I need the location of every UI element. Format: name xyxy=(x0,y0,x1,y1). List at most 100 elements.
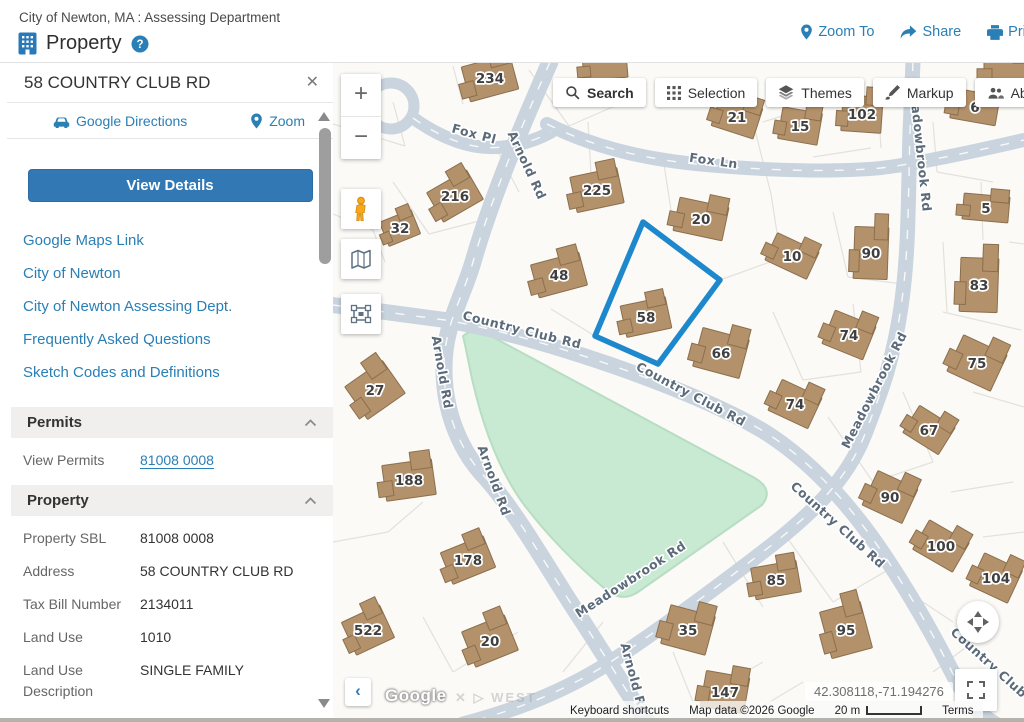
section-title: Property xyxy=(27,492,89,509)
parcel-number-label: 178 xyxy=(454,553,482,569)
header-action-print[interactable]: Print xyxy=(987,24,1024,40)
parcel-number-label: 20 xyxy=(692,212,711,228)
collapse-panel-button[interactable]: ‹ xyxy=(345,678,371,706)
chevron-up-icon xyxy=(304,414,317,432)
pan-right-icon xyxy=(983,618,993,626)
parcel-number-label: 48 xyxy=(550,268,569,284)
map-scale: 20 m xyxy=(835,705,923,717)
parcel-number-label: 32 xyxy=(391,221,410,237)
map-svg: Fox Pl Arnold Rd Fox Ln Meadowbrook RdCount… xyxy=(333,62,1024,722)
export-frame-icon[interactable] xyxy=(341,294,381,334)
sidebar-link-city-of-newton-assessing-dept-[interactable]: City of Newton Assessing Dept. xyxy=(7,290,333,323)
header-action-zoom-to[interactable]: Zoom To xyxy=(800,24,874,40)
view-details-button[interactable]: View Details xyxy=(27,169,313,202)
panel-links: Google Maps Link City of Newton City of Ne… xyxy=(7,224,333,389)
header-action-label: Share xyxy=(922,24,962,40)
parcel-number-label: 95 xyxy=(837,623,856,639)
search-icon xyxy=(565,85,580,100)
panel-sections: Permits View Permits 81008 0008 Property Pro… xyxy=(7,407,333,722)
basemap-icon[interactable] xyxy=(341,239,381,279)
scroll-up-arrow-icon[interactable] xyxy=(318,112,330,121)
app-window: City of Newton, MA : Assessing Departmen… xyxy=(0,0,1024,722)
parcel-number-label: 100 xyxy=(927,539,955,555)
row-label: Address xyxy=(23,563,75,579)
table-row: Address 58 COUNTRY CLUB RD xyxy=(7,555,333,588)
parcel-number-label: 21 xyxy=(728,110,747,126)
sidebar-link-frequently-asked-questions[interactable]: Frequently Asked Questions xyxy=(7,323,333,356)
row-label: Property SBL xyxy=(23,530,107,546)
map-tool-themes[interactable]: Themes xyxy=(766,78,864,107)
row-label: Tax Bill Number xyxy=(23,596,122,612)
parcel-number-label: 90 xyxy=(862,246,881,262)
grid-icon xyxy=(666,85,681,100)
row-label: Land Use xyxy=(23,629,83,645)
map-toolbar: Search Selection Themes Markup Abutters xyxy=(553,78,1024,107)
car-icon xyxy=(53,114,70,128)
parcel-number-label: 188 xyxy=(395,473,423,489)
pegman-button[interactable] xyxy=(341,189,381,229)
scrollbar-thumb[interactable] xyxy=(319,128,331,264)
parcel-number-label: 58 xyxy=(637,310,656,326)
sidebar-link-city-of-newton[interactable]: City of Newton xyxy=(7,257,333,290)
map-tool-abutters[interactable]: Abutters xyxy=(974,78,1024,107)
table-row: Land Use 1010 xyxy=(7,621,333,654)
zoom-out-button[interactable]: − xyxy=(341,117,381,159)
parcel-number-label: 10 xyxy=(783,249,802,265)
quick-action-label: Zoom xyxy=(269,112,305,129)
print-icon xyxy=(987,24,1004,40)
people-icon xyxy=(987,86,1004,100)
parcel-number-label: 90 xyxy=(881,490,900,506)
parcel-number-label: 147 xyxy=(711,685,739,701)
parcel-number-label: 74 xyxy=(786,397,805,413)
zoom-in-button[interactable]: + xyxy=(341,74,381,117)
parcel-number-label: 66 xyxy=(712,346,731,362)
pan-left-icon xyxy=(963,618,973,626)
parcel-number-label: 75 xyxy=(968,356,987,372)
header-actions: Zoom To Share Print xyxy=(800,24,1024,40)
google-logo: Google xyxy=(385,686,447,705)
cursor-coordinates: 42.308118,-71.194276 xyxy=(805,682,953,701)
layers-icon xyxy=(778,85,794,100)
quick-action-label: Google Directions xyxy=(76,112,188,129)
keyboard-shortcuts-link[interactable]: Keyboard shortcuts xyxy=(570,705,669,717)
map-tool-label: Search xyxy=(587,84,634,101)
row-value: 81008 0008 xyxy=(140,530,214,546)
quick-action-zoom[interactable]: Zoom xyxy=(250,113,305,129)
section-header-property[interactable]: Property xyxy=(11,485,333,516)
parcel-number-label: 5 xyxy=(981,201,990,217)
map-tool-search[interactable]: Search xyxy=(553,78,646,107)
map-tool-selection[interactable]: Selection xyxy=(654,78,758,107)
row-value: 58 COUNTRY CLUB RD xyxy=(140,563,294,579)
row-label: Land Use Description xyxy=(23,662,94,699)
table-row: Land Use Description SINGLE FAMILY xyxy=(7,654,333,708)
help-icon[interactable]: ? xyxy=(131,35,149,53)
pin-icon xyxy=(800,24,813,40)
svg-text:?: ? xyxy=(136,39,143,51)
parcel-number-label: 27 xyxy=(366,383,385,399)
quick-action-google-directions[interactable]: Google Directions xyxy=(53,113,187,129)
terms-link[interactable]: Terms xyxy=(942,705,973,717)
parcel-number-label: 20 xyxy=(481,634,500,650)
row-value-link[interactable]: 81008 0008 xyxy=(140,450,214,471)
map-canvas[interactable]: Fox Pl Arnold Rd Fox Ln Meadowbrook Rd Count… xyxy=(333,62,1024,722)
table-row: View Permits 81008 0008 xyxy=(7,444,333,477)
map-tool-markup[interactable]: Markup xyxy=(872,78,966,107)
sidebar-link-sketch-codes-and-definitions[interactable]: Sketch Codes and Definitions xyxy=(7,356,333,389)
row-value: 2134011 xyxy=(140,596,194,612)
brush-icon xyxy=(885,85,900,100)
window-bottom-edge xyxy=(0,718,1024,722)
section-title: Permits xyxy=(27,414,83,431)
sidebar-link-google-maps-link[interactable]: Google Maps Link xyxy=(7,224,333,257)
scroll-down-arrow-icon[interactable] xyxy=(318,699,330,708)
parcel-number-label: 83 xyxy=(970,278,989,294)
row-label: View Permits xyxy=(23,452,105,468)
parcel-number-label: 35 xyxy=(679,623,698,639)
header-action-share[interactable]: Share xyxy=(900,24,961,40)
header: City of Newton, MA : Assessing Departmen… xyxy=(0,0,1024,63)
pan-control[interactable] xyxy=(957,601,999,643)
section-header-permits[interactable]: Permits xyxy=(11,407,333,438)
header-action-label: Print xyxy=(1008,24,1024,40)
close-icon[interactable]: ✕ xyxy=(306,72,319,92)
parcel-number-label: 67 xyxy=(920,423,939,439)
property-panel: 58 COUNTRY CLUB RD ✕ Google Directions Zo… xyxy=(7,62,333,722)
